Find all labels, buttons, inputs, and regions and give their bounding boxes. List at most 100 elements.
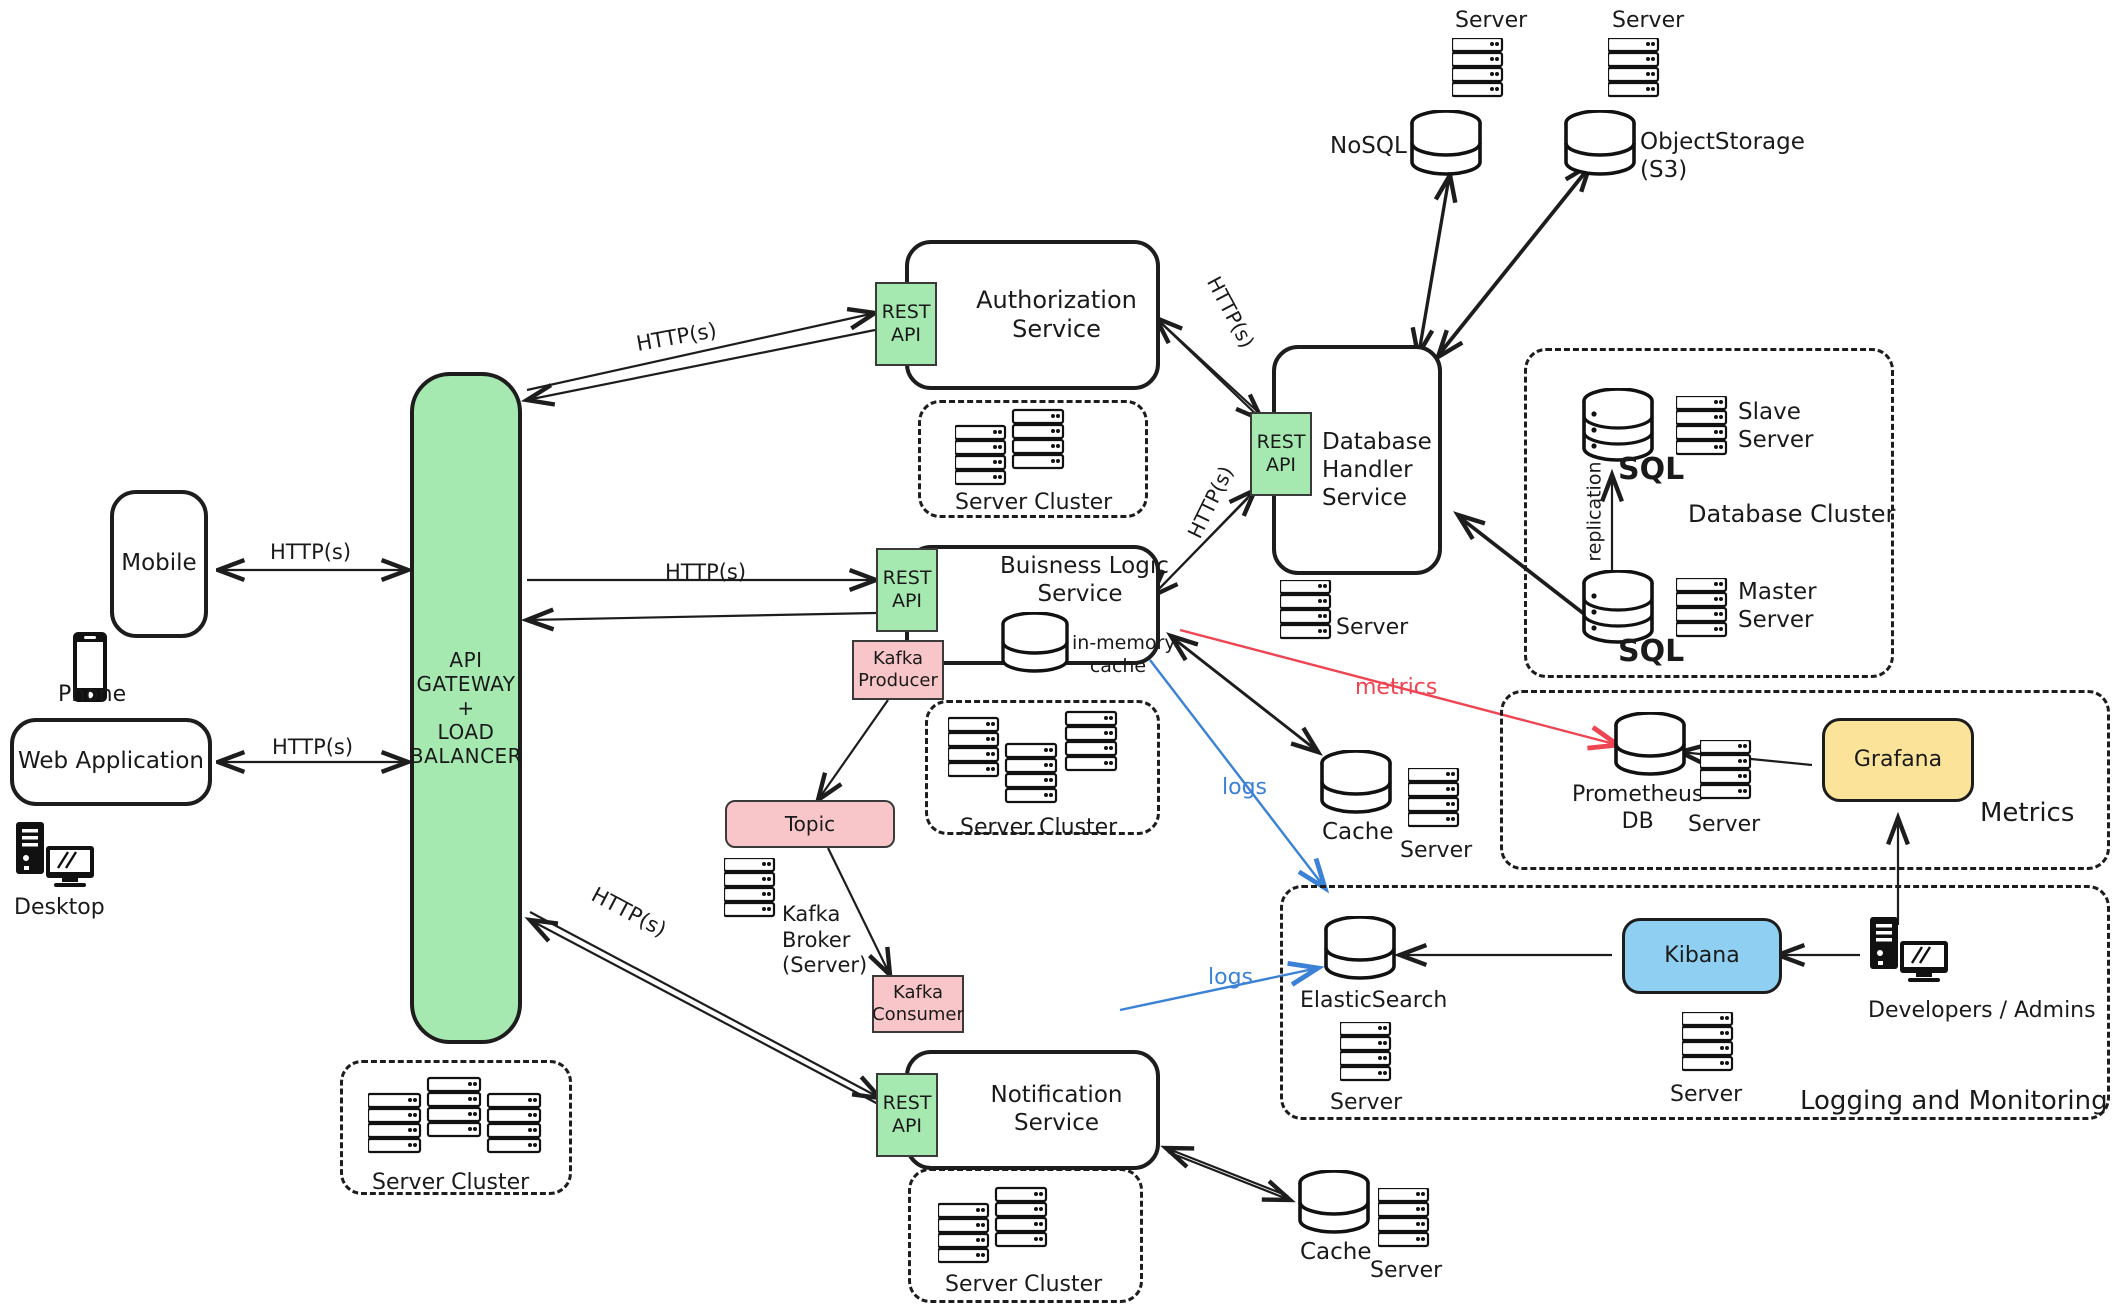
business-logic-rest-api[interactable]: REST API (876, 548, 938, 632)
database-handler-server-icon (1280, 580, 1332, 640)
elasticsearch-server-label: Server (1330, 1090, 1403, 1115)
grafana-label: Grafana (1853, 746, 1943, 772)
business-logic-cluster-servers (948, 710, 1118, 804)
api-gateway-load-balancer[interactable]: API GATEWAY + LOAD BALANCER (410, 372, 522, 1044)
client-web-application[interactable]: Web Application (10, 718, 212, 806)
kafka-producer[interactable]: Kafka Producer (852, 640, 944, 700)
master-sql-label: SQL (1618, 634, 1685, 669)
gateway-line-3: + (457, 696, 475, 720)
kafka-topic[interactable]: Topic (725, 800, 895, 848)
edge-label-gateway-auth: HTTP(s) (634, 318, 719, 356)
metrics-group (1500, 690, 2110, 870)
master-server-icon (1676, 578, 1728, 638)
slave-server-icon (1676, 396, 1728, 456)
objectstorage-server-label: Server (1612, 8, 1685, 33)
prometheus-db-icon (1614, 712, 1686, 776)
slave-sql-label: SQL (1618, 452, 1685, 487)
notification-service[interactable]: Notification Service (905, 1050, 1160, 1170)
notification-cache-server-label: Server (1370, 1258, 1443, 1283)
authorization-cluster-servers (955, 408, 1065, 486)
in-memory-cache-label: in-memory cache (1072, 632, 1176, 678)
notification-rest-api-label: REST API (882, 1092, 932, 1137)
metrics-group-title: Metrics (1980, 798, 2075, 828)
prometheus-server-label: Server (1688, 812, 1761, 837)
slave-server-label: Slave Server (1738, 399, 1814, 454)
objectstorage-label: ObjectStorage (S3) (1640, 129, 1805, 184)
nosql-db-icon (1410, 110, 1482, 176)
authorization-service-label: Authorization Service (976, 286, 1137, 343)
kafka-consumer[interactable]: Kafka Consumer (872, 975, 964, 1033)
kafka-broker-servers (724, 858, 776, 918)
elasticsearch-db-icon (1324, 916, 1396, 980)
notification-service-label: Notification Service (990, 1082, 1123, 1136)
database-handler-service-label: Database Handler Service (1322, 429, 1432, 512)
kibana-server-icon (1682, 1012, 1734, 1072)
kibana-label: Kibana (1664, 942, 1740, 968)
objectstorage-db-icon (1564, 110, 1636, 176)
developers-admins-label: Developers / Admins (1868, 998, 2096, 1023)
nosql-label: NoSQL (1330, 133, 1407, 159)
client-mobile[interactable]: Mobile (110, 490, 208, 638)
notification-cluster-label: Server Cluster (945, 1272, 1103, 1297)
gateway-cluster-label: Server Cluster (372, 1170, 530, 1195)
edge-label-mobile-gateway: HTTP(s) (270, 540, 352, 564)
business-logic-cache-label: Cache (1322, 819, 1394, 845)
gateway-line-2: GATEWAY (416, 672, 516, 696)
desktop-icon (16, 822, 94, 887)
edge-label-metrics: metrics (1355, 675, 1438, 700)
database-cluster-title: Database Cluster (1688, 500, 1896, 528)
gateway-line-1: API (449, 648, 483, 672)
business-logic-cache-icon (1320, 750, 1392, 814)
kafka-broker-label: Kafka Broker (Server) (782, 902, 868, 978)
kafka-topic-label: Topic (784, 812, 836, 836)
notification-cluster-servers (938, 1186, 1048, 1264)
database-handler-rest-api-label: REST API (1256, 431, 1306, 476)
elasticsearch-label: ElasticSearch (1300, 988, 1448, 1013)
client-desktop-label: Desktop (14, 895, 105, 920)
kafka-consumer-label: Kafka Consumer (872, 982, 964, 1025)
client-mobile-label: Mobile (121, 550, 197, 577)
business-logic-cache-server-icon (1408, 768, 1460, 828)
kafka-producer-label: Kafka Producer (858, 648, 938, 691)
edge-label-logs-top: logs (1222, 775, 1267, 800)
client-web-label: Web Application (18, 748, 204, 775)
notification-cache-label: Cache (1300, 1239, 1372, 1265)
client-phone-label: Phone (58, 682, 127, 707)
logging-group-title: Logging and Monitoring (1800, 1086, 2108, 1116)
database-handler-server-label: Server (1336, 615, 1409, 640)
edge-label-gateway-bl: HTTP(s) (665, 560, 747, 584)
authorization-cluster-label: Server Cluster (955, 490, 1113, 515)
notification-cache-server-icon (1378, 1188, 1430, 1248)
edge-label-bl-dbh: HTTP(s) (1182, 462, 1239, 543)
business-logic-cluster-label: Server Cluster (960, 815, 1118, 840)
nosql-server-label: Server (1455, 8, 1528, 33)
business-logic-cache-server-label: Server (1400, 838, 1473, 863)
architecture-diagram: HTTP(s) HTTP(s) HTTP(s) HTTP(s) HTTP(s) … (0, 0, 2120, 1310)
master-server-label: Master Server (1738, 579, 1817, 634)
gateway-cluster-servers (368, 1076, 542, 1154)
prometheus-db-label: Prometheus DB (1572, 782, 1704, 834)
authorization-service[interactable]: Authorization Service (905, 240, 1160, 390)
nosql-server-icon (1452, 38, 1504, 98)
business-logic-rest-api-label: REST API (882, 567, 932, 612)
notification-rest-api[interactable]: REST API (876, 1073, 938, 1157)
grafana[interactable]: Grafana (1822, 718, 1974, 802)
edge-label-web-gateway: HTTP(s) (272, 735, 354, 759)
edge-label-gateway-notif: HTTP(s) (587, 882, 671, 942)
kibana-server-label: Server (1670, 1082, 1743, 1107)
elasticsearch-server-icon (1340, 1022, 1392, 1082)
objectstorage-server-icon (1608, 38, 1660, 98)
business-logic-service-label: Buisness Logic Service (1000, 553, 1169, 608)
kibana[interactable]: Kibana (1622, 918, 1782, 994)
notification-cache-icon (1298, 1170, 1370, 1234)
edge-label-logs-bottom: logs (1208, 965, 1253, 990)
database-handler-rest-api[interactable]: REST API (1250, 412, 1312, 496)
gateway-line-5: BALANCER (409, 744, 523, 768)
edge-label-auth-dbh: HTTP(s) (1202, 272, 1260, 352)
developers-admins-icon (1870, 917, 1948, 982)
authorization-rest-api[interactable]: REST API (875, 282, 937, 366)
prometheus-server-icon (1700, 740, 1752, 800)
in-memory-cache-icon (1001, 612, 1069, 673)
authorization-rest-api-label: REST API (881, 301, 931, 346)
gateway-line-4: LOAD (437, 720, 495, 744)
